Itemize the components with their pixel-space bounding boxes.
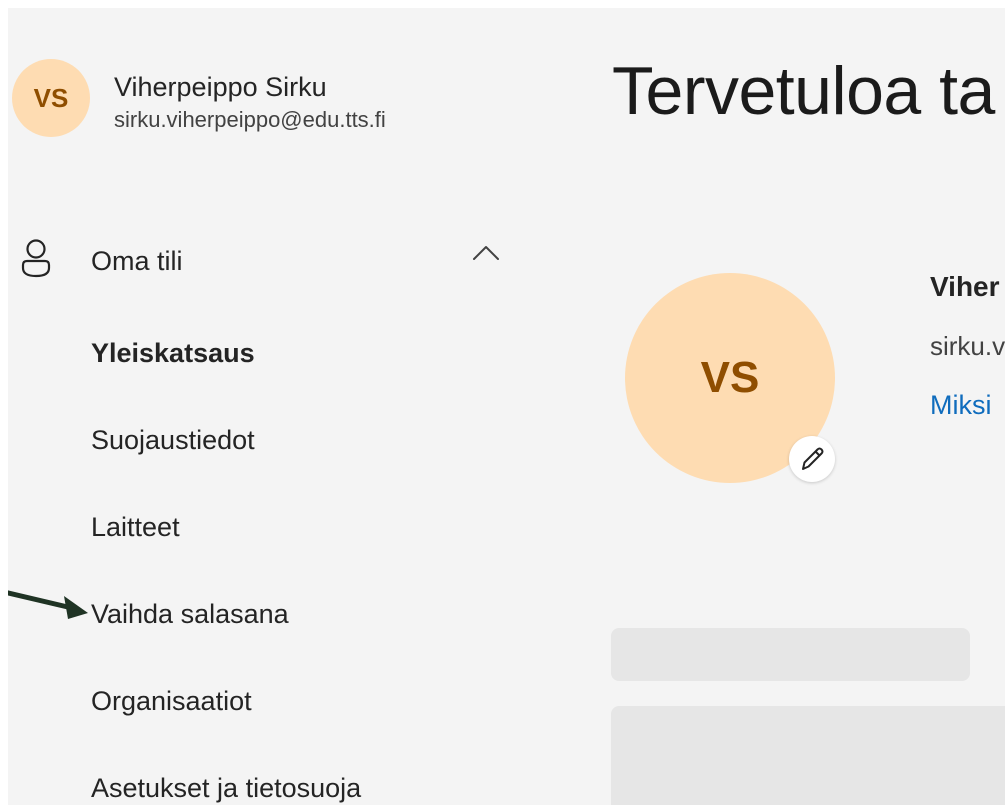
avatar-initials: VS — [33, 82, 69, 113]
user-email: sirku.viherpeippo@edu.tts.fi — [114, 107, 386, 132]
user-name: Viherpeippo Sirku — [114, 72, 327, 102]
avatar[interactable]: VS — [12, 59, 90, 137]
sidebar-item-organisaatiot[interactable]: Organisaatiot — [91, 686, 252, 717]
page-title: Tervetuloa ta — [612, 53, 995, 129]
section-header-oma-tili[interactable] — [8, 233, 528, 293]
person-icon — [21, 239, 51, 278]
sidebar-item-suojaustiedot[interactable]: Suojaustiedot — [91, 425, 255, 456]
annotation-arrow — [8, 590, 88, 619]
sidebar-item-yleiskatsaus[interactable]: Yleiskatsaus — [91, 338, 255, 369]
chevron-up-icon[interactable] — [470, 241, 502, 265]
pencil-icon — [802, 447, 824, 470]
section-label: Oma tili — [91, 246, 183, 276]
profile-info-link[interactable]: Miksi — [930, 390, 992, 421]
loading-placeholder — [611, 628, 970, 681]
account-page: VS Viherpeippo Sirku sirku.viherpeippo@e… — [8, 8, 1005, 805]
sidebar-item-asetukset-ja-tietosuoja[interactable]: Asetukset ja tietosuoja — [91, 773, 361, 804]
sidebar-item-laitteet[interactable]: Laitteet — [91, 512, 180, 543]
loading-card-placeholder — [611, 706, 1005, 805]
profile-email: sirku.v — [930, 331, 1005, 361]
sidebar-item-vaihda-salasana[interactable]: Vaihda salasana — [91, 599, 289, 630]
profile-avatar-initials: VS — [700, 353, 760, 402]
profile-name: Viher — [930, 271, 1000, 302]
edit-photo-button[interactable] — [789, 436, 835, 482]
